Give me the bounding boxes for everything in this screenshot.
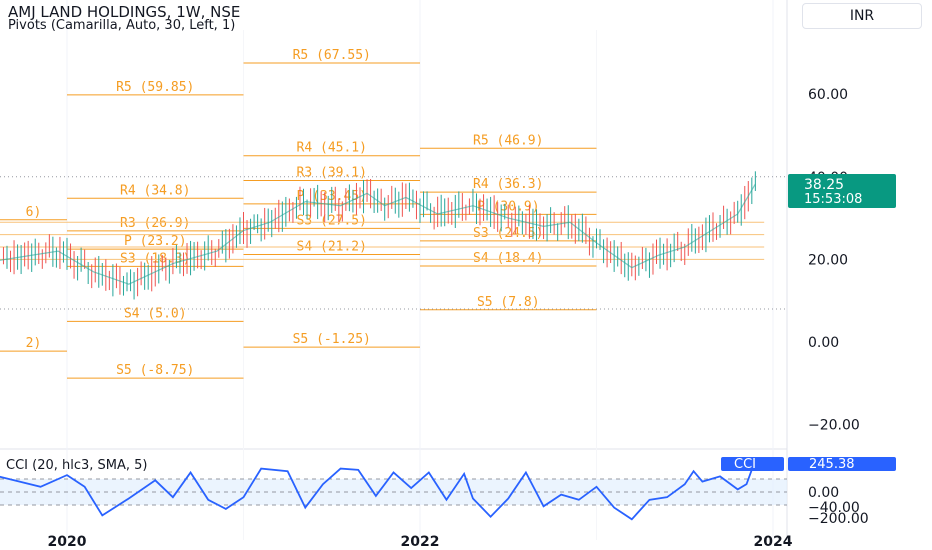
- price-badge-value: 38.25: [804, 177, 844, 193]
- time-tick-label: 2022: [401, 534, 440, 550]
- pivot-level-label: S5 (-1.25): [293, 332, 371, 347]
- currency-button[interactable]: INR: [802, 3, 922, 29]
- pivot-level-label: R4 (36.3): [473, 177, 543, 192]
- time-tick-label: 2024: [754, 534, 793, 550]
- cci-tick-label: −200.00: [808, 511, 869, 527]
- pivot-level-label: R3 (26.9): [120, 216, 190, 231]
- cci-title[interactable]: CCI (20, hlc3, SMA, 5): [6, 458, 148, 473]
- price-tick-label: −20.00: [808, 418, 860, 434]
- pivot-level-label: 6): [26, 205, 42, 220]
- pivot-level-label: S4 (18.4): [473, 251, 543, 266]
- pivot-level-label: R4 (45.1): [297, 141, 367, 156]
- pivot-level-label: S5 (-8.75): [116, 363, 194, 378]
- cci-value-badge: 245.38: [809, 457, 855, 472]
- pivot-level-label: 2): [26, 336, 42, 351]
- pivots-indicator-label[interactable]: Pivots (Camarilla, Auto, 30, Left, 1): [8, 18, 235, 33]
- pivot-level-label: R5 (67.55): [293, 48, 371, 63]
- price-tick-label: 60.00: [808, 87, 848, 103]
- cci-name-badge: CCI: [734, 457, 756, 472]
- pivot-level-label: R5 (46.9): [473, 133, 543, 148]
- pivot-level-label: R4 (34.8): [120, 183, 190, 198]
- cci-tick-label: 0.00: [808, 485, 839, 501]
- price-badge-countdown: 15:53:08: [804, 192, 862, 207]
- pivot-level-label: R3 (39.1): [297, 166, 367, 181]
- pivot-level-label: S5 (7.8): [477, 295, 540, 310]
- price-tick-label: 0.00: [808, 335, 839, 351]
- price-tick-label: 20.00: [808, 252, 848, 268]
- pivot-level-label: S4 (5.0): [124, 306, 187, 321]
- time-tick-label: 2020: [48, 534, 87, 550]
- pivot-level-label: R5 (59.85): [116, 80, 194, 95]
